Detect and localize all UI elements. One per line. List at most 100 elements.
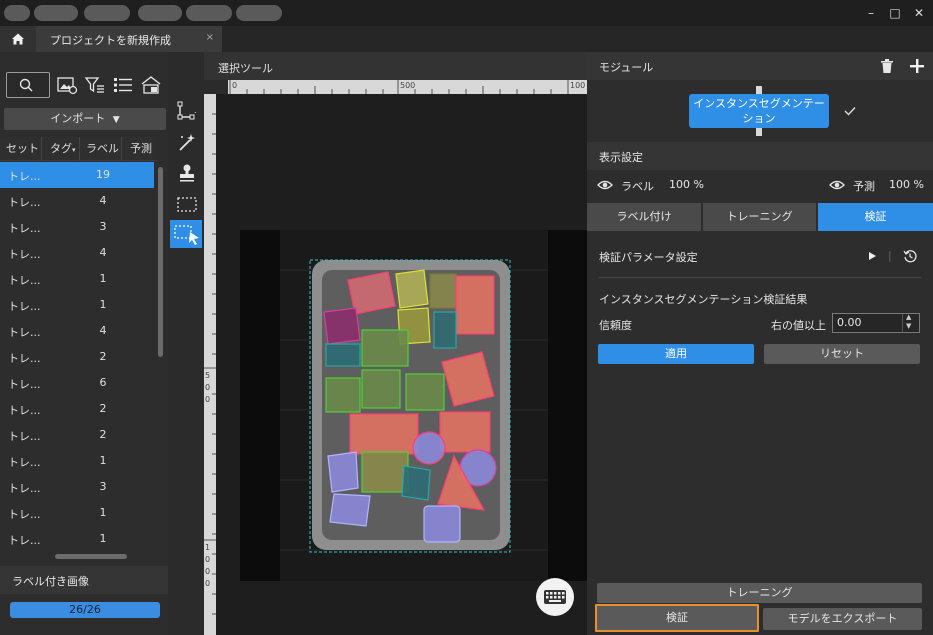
table-row[interactable]: トレ... 2	[0, 344, 154, 370]
eye-icon	[829, 180, 845, 190]
polygon-tool-icon[interactable]: .	[174, 98, 200, 124]
row-label-count: 19	[96, 168, 110, 181]
annotated-image[interactable]	[240, 230, 588, 581]
reset-button[interactable]: リセット	[764, 344, 920, 364]
vertical-scrollbar[interactable]	[158, 167, 163, 357]
row-label-count: 2	[99, 428, 107, 441]
table-row[interactable]: トレ... 4	[0, 188, 154, 214]
table-row[interactable]: トレ... 4	[0, 240, 154, 266]
ruler-h-ticks: 0 500 100	[229, 80, 585, 94]
keyboard-shortcuts-button[interactable]	[536, 578, 574, 616]
rectangle-select-icon[interactable]	[174, 192, 200, 218]
col-label[interactable]: ラベル	[80, 137, 122, 161]
table-row[interactable]: トレ... 1	[0, 526, 154, 552]
image-viewport[interactable]	[216, 94, 588, 635]
table-row[interactable]: トレ... 2	[0, 422, 154, 448]
add-icon[interactable]	[909, 58, 925, 74]
tab-training[interactable]: トレーニング	[703, 203, 816, 231]
prediction-visibility-percent: 100 %	[889, 178, 924, 191]
chevron-up-icon[interactable]: ▲	[906, 313, 911, 321]
horizontal-scrollbar[interactable]	[55, 554, 127, 559]
ruler-v-label-a2: 0	[205, 395, 210, 404]
vertical-ruler: 5 0 0 1 0 0 0	[204, 94, 216, 635]
threshold-label: 右の値以上	[771, 319, 826, 332]
menu-item-5[interactable]	[186, 5, 232, 21]
display-settings-title: 表示設定	[599, 151, 643, 164]
ruler-v-label-a0: 5	[205, 371, 210, 380]
maximize-button[interactable]: □	[886, 4, 904, 22]
tab-validation[interactable]: 検証	[818, 203, 933, 231]
row-label-count: 2	[99, 350, 107, 363]
confidence-stepper[interactable]: ▲ ▼	[902, 313, 918, 332]
row-set: トレ...	[8, 508, 41, 521]
menu-item-3[interactable]	[84, 5, 130, 21]
train-button[interactable]: トレーニング	[597, 583, 922, 603]
chevron-down-icon[interactable]: ▼	[906, 322, 911, 330]
table-row[interactable]: トレ... 1	[0, 500, 154, 526]
image-settings-icon[interactable]	[56, 74, 78, 96]
canvas-area: 選択ツール 0 500 100 5 0 0 1 0 0 0	[204, 52, 588, 635]
tab-close-icon[interactable]: ×	[206, 32, 214, 43]
tab-project-label: プロジェクトを新規作成	[50, 34, 171, 47]
col-set[interactable]: セット	[0, 137, 42, 161]
divider: |	[888, 249, 892, 262]
horizontal-ruler: 0 500 100	[228, 80, 587, 94]
tab-labeling[interactable]: ラベル付け	[587, 203, 701, 231]
table-row[interactable]: トレ... 4	[0, 318, 154, 344]
selection-tool-icon[interactable]	[170, 220, 202, 248]
row-label-count: 3	[99, 480, 107, 493]
prediction-visibility[interactable]: 予測 100 %	[829, 178, 929, 194]
table-row[interactable]: トレ... 1	[0, 292, 154, 318]
tab-project[interactable]: プロジェクトを新規作成 ×	[36, 26, 222, 52]
history-icon[interactable]	[903, 249, 917, 263]
labeled-images-header: ラベル付き画像	[0, 566, 168, 594]
row-set: トレ...	[8, 170, 41, 183]
play-icon[interactable]	[867, 251, 877, 261]
row-label-count: 1	[99, 506, 107, 519]
validation-params-row[interactable]: 検証パラメータ設定 |	[599, 249, 924, 265]
menu-item-4[interactable]	[138, 5, 182, 21]
confidence-label: 信頼度	[599, 319, 632, 332]
eye-icon	[597, 180, 613, 190]
table-row[interactable]: トレ... 2	[0, 396, 154, 422]
row-set: トレ...	[8, 352, 41, 365]
export-model-button[interactable]: モデルをエクスポート	[763, 608, 922, 630]
list-icon[interactable]	[112, 74, 134, 96]
right-panel: モジュール インスタンスセグメンテーション 表示設定 ラベル 100 % 予測 …	[587, 52, 933, 635]
row-set: トレ...	[8, 430, 41, 443]
filter-icon[interactable]	[84, 74, 106, 96]
stamp-icon[interactable]	[174, 160, 200, 186]
search-button[interactable]	[6, 72, 50, 98]
col-tag[interactable]: タグ▾	[42, 137, 80, 161]
home-button[interactable]	[0, 26, 36, 52]
validate-button[interactable]: 検証	[595, 604, 759, 632]
apply-button[interactable]: 適用	[598, 344, 754, 364]
trash-icon[interactable]	[879, 58, 895, 74]
table-row[interactable]: トレ... 3	[0, 214, 154, 240]
row-set: トレ...	[8, 534, 41, 547]
col-prediction[interactable]: 予測	[122, 137, 157, 161]
menu-item-2[interactable]	[34, 5, 78, 21]
row-label-count: 1	[99, 454, 107, 467]
dataset-icon[interactable]	[140, 74, 162, 96]
labeled-progress-bar: 26/26	[10, 602, 160, 618]
row-set: トレ...	[8, 326, 41, 339]
table-row[interactable]: トレ... 6	[0, 370, 154, 396]
instance-segmentation-module[interactable]: インスタンスセグメンテーション	[689, 94, 829, 128]
table-row[interactable]: トレ... 1	[0, 266, 154, 292]
ruler-v-label-b3: 0	[205, 579, 210, 588]
import-button[interactable]: インポート ▼	[4, 108, 166, 130]
close-button[interactable]: ✕	[910, 4, 928, 22]
table-row[interactable]: トレ... 3	[0, 474, 154, 500]
magic-wand-icon[interactable]	[174, 130, 200, 156]
row-set: トレ...	[8, 274, 41, 287]
menu-item-1[interactable]	[4, 5, 30, 21]
display-settings-header: 表示設定	[587, 142, 933, 170]
row-label-count: 4	[99, 194, 107, 207]
image-scene	[240, 230, 588, 581]
minimize-button[interactable]: –	[862, 4, 880, 22]
home-icon	[12, 33, 24, 45]
menu-item-6[interactable]	[236, 5, 282, 21]
table-row[interactable]: トレ... 1	[0, 448, 154, 474]
table-row[interactable]: トレ... 19	[0, 162, 154, 188]
